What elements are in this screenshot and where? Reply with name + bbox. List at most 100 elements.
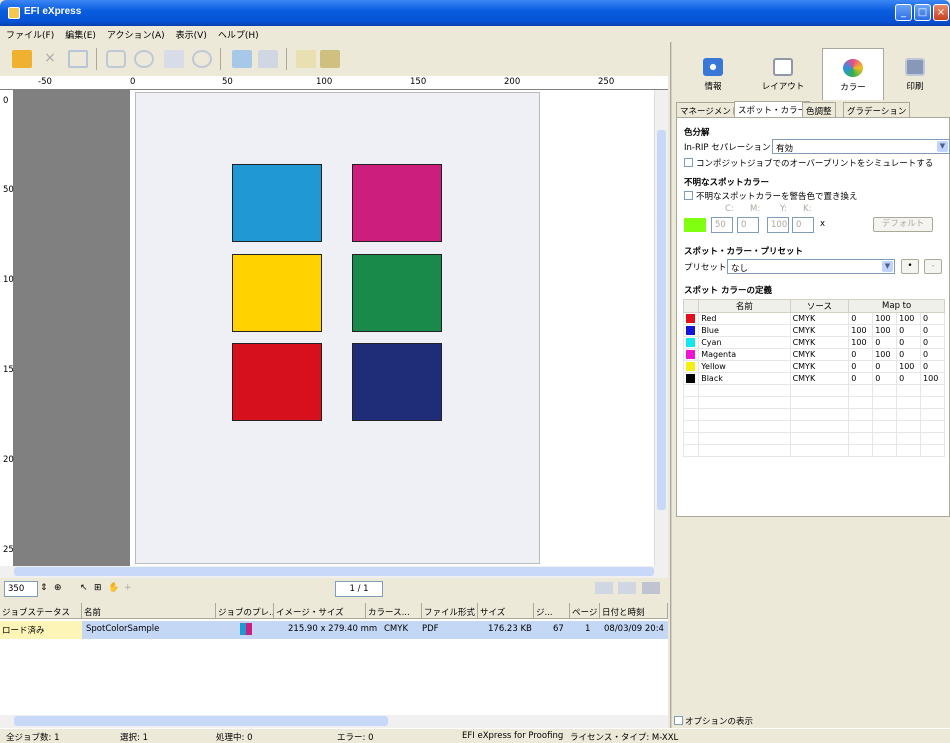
col-pages[interactable]: ページ [570,603,600,619]
subtab-color-adjust[interactable]: 色調整 [802,102,836,117]
preset-remove-button[interactable]: - [924,259,942,274]
menu-view[interactable]: 表示(V) [170,26,212,41]
delete-icon[interactable]: × [40,50,60,68]
c-input[interactable]: 50 [711,217,733,233]
col-datetime[interactable]: 日付と時刻 [600,603,668,619]
col-name[interactable]: 名前 [82,603,216,619]
subtab-spot-color[interactable]: スポット・カラー [734,101,811,118]
spot-source-cell[interactable]: CMYK [789,360,850,373]
col-job-status[interactable]: ジョブステータス [0,603,82,619]
preset-select[interactable]: なし ▼ [727,259,895,274]
spot-col-mapto[interactable]: Map to [848,299,945,313]
spot-y-cell[interactable]: 0 [896,324,922,337]
spot-c-cell[interactable]: 100 [848,336,874,349]
save-icon[interactable] [68,50,88,68]
spot-color-row[interactable]: Magenta CMYK 0 100 0 0 [682,348,945,361]
col-job[interactable]: ジ... [534,603,570,619]
close-button[interactable]: × [933,4,949,21]
tab-color[interactable]: カラー [822,48,884,100]
spot-c-cell[interactable]: 0 [848,372,874,385]
edit-icon[interactable] [296,50,316,68]
spot-source-cell[interactable]: CMYK [789,336,850,349]
spot-col-name[interactable]: 名前 [698,299,791,313]
tab-layout[interactable]: レイアウト [752,48,814,100]
spot-m-cell[interactable]: 100 [872,324,898,337]
fit-width-icon[interactable] [595,582,613,594]
spot-color-row[interactable]: Yellow CMYK 0 0 100 0 [682,360,945,373]
open-folder-icon[interactable] [12,50,32,68]
spot-y-cell[interactable]: 100 [896,312,922,325]
spot-k-cell[interactable]: 0 [920,312,945,325]
page-indicator[interactable]: 1 / 1 [335,581,383,597]
spot-m-cell[interactable]: 0 [872,336,898,349]
preset-add-button[interactable]: • [901,259,919,274]
replace-unknown-checkbox[interactable] [684,191,693,200]
spot-y-cell[interactable]: 0 [896,348,922,361]
spot-k-cell[interactable]: 0 [920,360,945,373]
menu-help[interactable]: ヘルプ(H) [212,26,264,41]
spot-m-cell[interactable]: 0 [872,360,898,373]
spot-source-cell[interactable]: CMYK [789,312,850,325]
canvas-vertical-scrollbar[interactable] [654,90,668,566]
crosshair-icon[interactable]: + [124,583,132,593]
pointer-icon[interactable]: ↖ [80,583,88,593]
menu-file[interactable]: ファイル(F) [0,26,59,41]
spot-c-cell[interactable]: 0 [848,360,874,373]
fit-page-icon[interactable] [618,582,636,594]
actual-size-icon[interactable] [642,582,660,594]
col-image-size[interactable]: イメージ・サイズ [274,603,366,619]
inrip-select[interactable]: 有効 ▼ [772,139,950,154]
pdf-icon[interactable] [164,50,184,68]
job-list-scrollbar[interactable] [0,715,668,728]
col-preview[interactable]: ジョブのプレ... [216,603,274,619]
spot-c-cell[interactable]: 0 [848,348,874,361]
spot-y-cell[interactable]: 100 [896,360,922,373]
spot-color-row[interactable]: Red CMYK 0 100 100 0 [682,312,945,325]
spot-color-row[interactable]: Cyan CMYK 100 0 0 0 [682,336,945,349]
table-row[interactable]: ロード済み SpotColorSample 215.90 x 279.40 mm… [0,621,668,639]
k-input[interactable]: 0 [792,217,814,233]
magnify-icon[interactable]: ⊕ [54,583,62,593]
spot-m-cell[interactable]: 100 [872,312,898,325]
default-button[interactable]: デフォルト [873,217,933,232]
paint-icon[interactable] [320,50,340,68]
spot-c-cell[interactable]: 0 [848,312,874,325]
view-icon[interactable] [258,50,278,68]
zoom-stepper-icon[interactable]: ⇕ [40,583,48,593]
show-options-checkbox[interactable] [674,716,683,725]
layout-icon[interactable] [232,50,252,68]
composite-overprint-checkbox[interactable] [684,158,693,167]
spot-source-cell[interactable]: CMYK [789,348,850,361]
spot-k-cell[interactable]: 100 [920,372,945,385]
spot-col-source[interactable]: ソース [789,299,850,313]
col-file-format[interactable]: ファイル形式 [422,603,478,619]
tab-print[interactable]: 印刷 [884,48,946,100]
subtab-gradation[interactable]: グラデーション [843,102,911,117]
spot-c-cell[interactable]: 100 [848,324,874,337]
crop-icon[interactable]: ⊞ [94,583,102,593]
spot-y-cell[interactable]: 0 [896,336,922,349]
spot-y-cell[interactable]: 0 [896,372,922,385]
spot-source-cell[interactable]: CMYK [789,324,850,337]
menu-action[interactable]: アクション(A) [101,26,170,41]
zoom-input[interactable]: 350 [4,581,38,597]
spot-k-cell[interactable]: 0 [920,336,945,349]
spot-color-row[interactable]: Black CMYK 0 0 0 100 [682,372,945,385]
tab-info[interactable]: 情報 [682,48,744,100]
menu-edit[interactable]: 編集(E) [59,26,101,41]
spot-color-row[interactable]: Blue CMYK 100 100 0 0 [682,324,945,337]
spot-k-cell[interactable]: 0 [920,348,945,361]
print-icon[interactable] [106,50,126,68]
y-input[interactable]: 100 [767,217,789,233]
spot-m-cell[interactable]: 100 [872,348,898,361]
document-page[interactable] [135,92,540,564]
spot-m-cell[interactable]: 0 [872,372,898,385]
minimize-button[interactable]: _ [895,4,912,21]
maximize-button[interactable]: □ [914,4,931,21]
col-size[interactable]: サイズ [478,603,534,619]
spot-source-cell[interactable]: CMYK [789,372,850,385]
col-colorspace[interactable]: カラース... [366,603,422,619]
preview-icon[interactable] [192,50,212,68]
m-input[interactable]: 0 [737,217,759,233]
zoom-icon[interactable] [134,50,154,68]
